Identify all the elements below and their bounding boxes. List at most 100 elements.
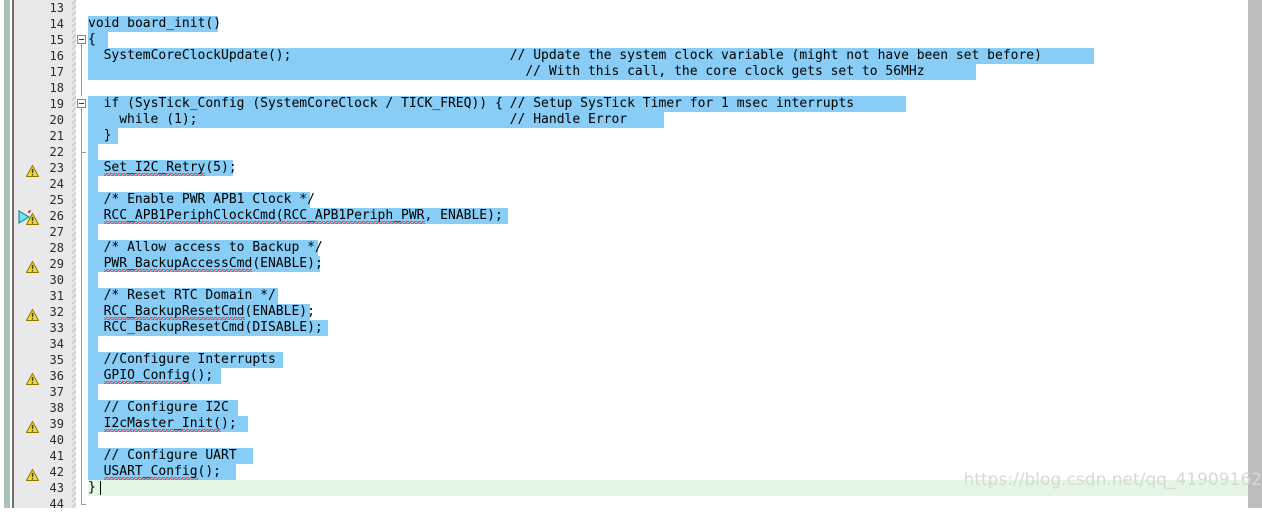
gutter-row[interactable]: 32: [14, 304, 72, 321]
code-line[interactable]: [88, 224, 1248, 240]
fold-margin-row[interactable]: [76, 240, 88, 256]
code-line[interactable]: I2cMaster_Init();: [88, 416, 1248, 432]
code-line[interactable]: [88, 336, 1248, 352]
code-line[interactable]: if (SysTick_Config (SystemCoreClock / TI…: [88, 96, 1248, 112]
gutter-row[interactable]: 38: [14, 400, 72, 416]
fold-margin-row[interactable]: [76, 304, 88, 320]
gutter-row[interactable]: 35: [14, 352, 72, 368]
gutter-row[interactable]: 25: [14, 192, 72, 208]
gutter-row[interactable]: 28: [14, 240, 72, 256]
fold-margin-row[interactable]: [76, 112, 88, 128]
warning-icon[interactable]: [25, 258, 40, 273]
gutter-row[interactable]: 24: [14, 176, 72, 192]
gutter-row[interactable]: 13: [14, 0, 72, 16]
gutter-row[interactable]: 40: [14, 432, 72, 448]
code-line[interactable]: SystemCoreClockUpdate(); // Update the sy…: [88, 48, 1248, 64]
warning-icon[interactable]: [25, 466, 40, 481]
gutter-row[interactable]: 44: [14, 496, 72, 512]
fold-margin-row[interactable]: [76, 432, 88, 448]
gutter-row[interactable]: 39: [14, 416, 72, 433]
execution-marker-icon[interactable]: [18, 209, 32, 224]
right-scrollbar-strip[interactable]: [1248, 0, 1262, 508]
code-line[interactable]: USART_Config();: [88, 464, 1248, 480]
code-line[interactable]: [88, 0, 1248, 16]
code-line[interactable]: [88, 144, 1248, 160]
fold-margin-row[interactable]: [76, 288, 88, 304]
fold-margin-row[interactable]: [76, 192, 88, 208]
gutter-row[interactable]: 36: [14, 368, 72, 385]
fold-margin-row[interactable]: [76, 16, 88, 32]
gutter-row[interactable]: 23: [14, 160, 72, 177]
fold-margin-row[interactable]: [76, 256, 88, 272]
fold-margin-row[interactable]: [76, 448, 88, 464]
fold-margin-row[interactable]: [76, 80, 88, 96]
code-line[interactable]: [88, 176, 1248, 192]
fold-margin-row[interactable]: [76, 160, 88, 176]
fold-margin-row[interactable]: [76, 400, 88, 416]
gutter-row[interactable]: 20: [14, 112, 72, 128]
code-editor[interactable]: 13 14 15 16 17 18 19 20 21 22 23 24 25 26 27 28 29 30 31 32…: [0, 0, 1262, 511]
gutter-row[interactable]: 27: [14, 224, 72, 240]
code-line[interactable]: void board_init(): [88, 16, 1248, 32]
code-line[interactable]: RCC_BackupResetCmd(ENABLE);: [88, 304, 1248, 320]
code-line[interactable]: RCC_BackupResetCmd(DISABLE);: [88, 320, 1248, 336]
gutter-row[interactable]: 37: [14, 384, 72, 400]
fold-margin-row[interactable]: [76, 0, 88, 16]
gutter-row[interactable]: 42: [14, 464, 72, 481]
warning-icon[interactable]: [25, 418, 40, 433]
fold-collapse-icon[interactable]: [77, 35, 86, 44]
fold-margin-row[interactable]: [76, 416, 88, 432]
fold-margin-row[interactable]: [76, 272, 88, 288]
gutter-row[interactable]: 14: [14, 16, 72, 32]
code-line[interactable]: // Configure I2C: [88, 400, 1248, 416]
fold-margin-row[interactable]: [76, 352, 88, 368]
code-line[interactable]: }: [88, 128, 1248, 144]
code-line[interactable]: [88, 272, 1248, 288]
fold-margin-row[interactable]: [76, 64, 88, 80]
code-line[interactable]: GPIO_Config();: [88, 368, 1248, 384]
gutter-row[interactable]: 22: [14, 144, 72, 160]
code-line[interactable]: {: [88, 32, 1248, 48]
gutter-row[interactable]: 19: [14, 96, 72, 112]
warning-icon[interactable]: [25, 306, 40, 321]
gutter-row[interactable]: 33: [14, 320, 72, 336]
fold-margin-row[interactable]: [76, 128, 88, 144]
fold-margin-row[interactable]: [76, 208, 88, 224]
gutter-row[interactable]: 29: [14, 256, 72, 273]
fold-margin-row[interactable]: [76, 496, 88, 512]
code-text-area[interactable]: void board_init(){SystemCoreClockUpdate(…: [88, 0, 1248, 508]
fold-margin-row[interactable]: [76, 32, 88, 48]
warning-icon[interactable]: [25, 162, 40, 177]
code-line[interactable]: while (1); // Handle Error: [88, 112, 1248, 128]
code-line[interactable]: /* Enable PWR APB1 Clock */: [88, 192, 1248, 208]
code-line[interactable]: // Configure UART: [88, 448, 1248, 464]
fold-margin-row[interactable]: [76, 464, 88, 480]
warning-icon[interactable]: [25, 370, 40, 385]
fold-collapse-icon[interactable]: [77, 99, 86, 108]
code-line[interactable]: [88, 384, 1248, 400]
code-line[interactable]: Set_I2C_Retry(5);: [88, 160, 1248, 176]
gutter-row[interactable]: 15: [14, 32, 72, 48]
fold-margin-row[interactable]: [76, 320, 88, 336]
gutter-row[interactable]: 26: [14, 208, 72, 225]
gutter-row[interactable]: 43: [14, 480, 72, 496]
fold-margin-row[interactable]: [76, 480, 88, 496]
code-line[interactable]: /* Reset RTC Domain */: [88, 288, 1248, 304]
code-line[interactable]: // With this call, the core clock gets s…: [88, 64, 1248, 80]
gutter-row[interactable]: 17: [14, 64, 72, 80]
code-line[interactable]: /* Allow access to Backup */: [88, 240, 1248, 256]
fold-margin-row[interactable]: [76, 48, 88, 64]
code-line[interactable]: [88, 496, 1248, 512]
gutter-row[interactable]: 18: [14, 80, 72, 96]
code-line[interactable]: RCC_APB1PeriphClockCmd(RCC_APB1Periph_PW…: [88, 208, 1248, 224]
gutter-row[interactable]: 16: [14, 48, 72, 64]
gutter-row[interactable]: 31: [14, 288, 72, 304]
fold-margin-row[interactable]: [76, 368, 88, 384]
editor-gutter[interactable]: 13 14 15 16 17 18 19 20 21 22 23 24 25 26 27 28 29 30 31 32…: [14, 0, 72, 511]
code-line[interactable]: PWR_BackupAccessCmd(ENABLE);: [88, 256, 1248, 272]
gutter-row[interactable]: 21: [14, 128, 72, 144]
gutter-row[interactable]: 34: [14, 336, 72, 352]
code-line[interactable]: [88, 80, 1248, 96]
fold-margin[interactable]: [76, 0, 88, 508]
fold-margin-row[interactable]: [76, 224, 88, 240]
